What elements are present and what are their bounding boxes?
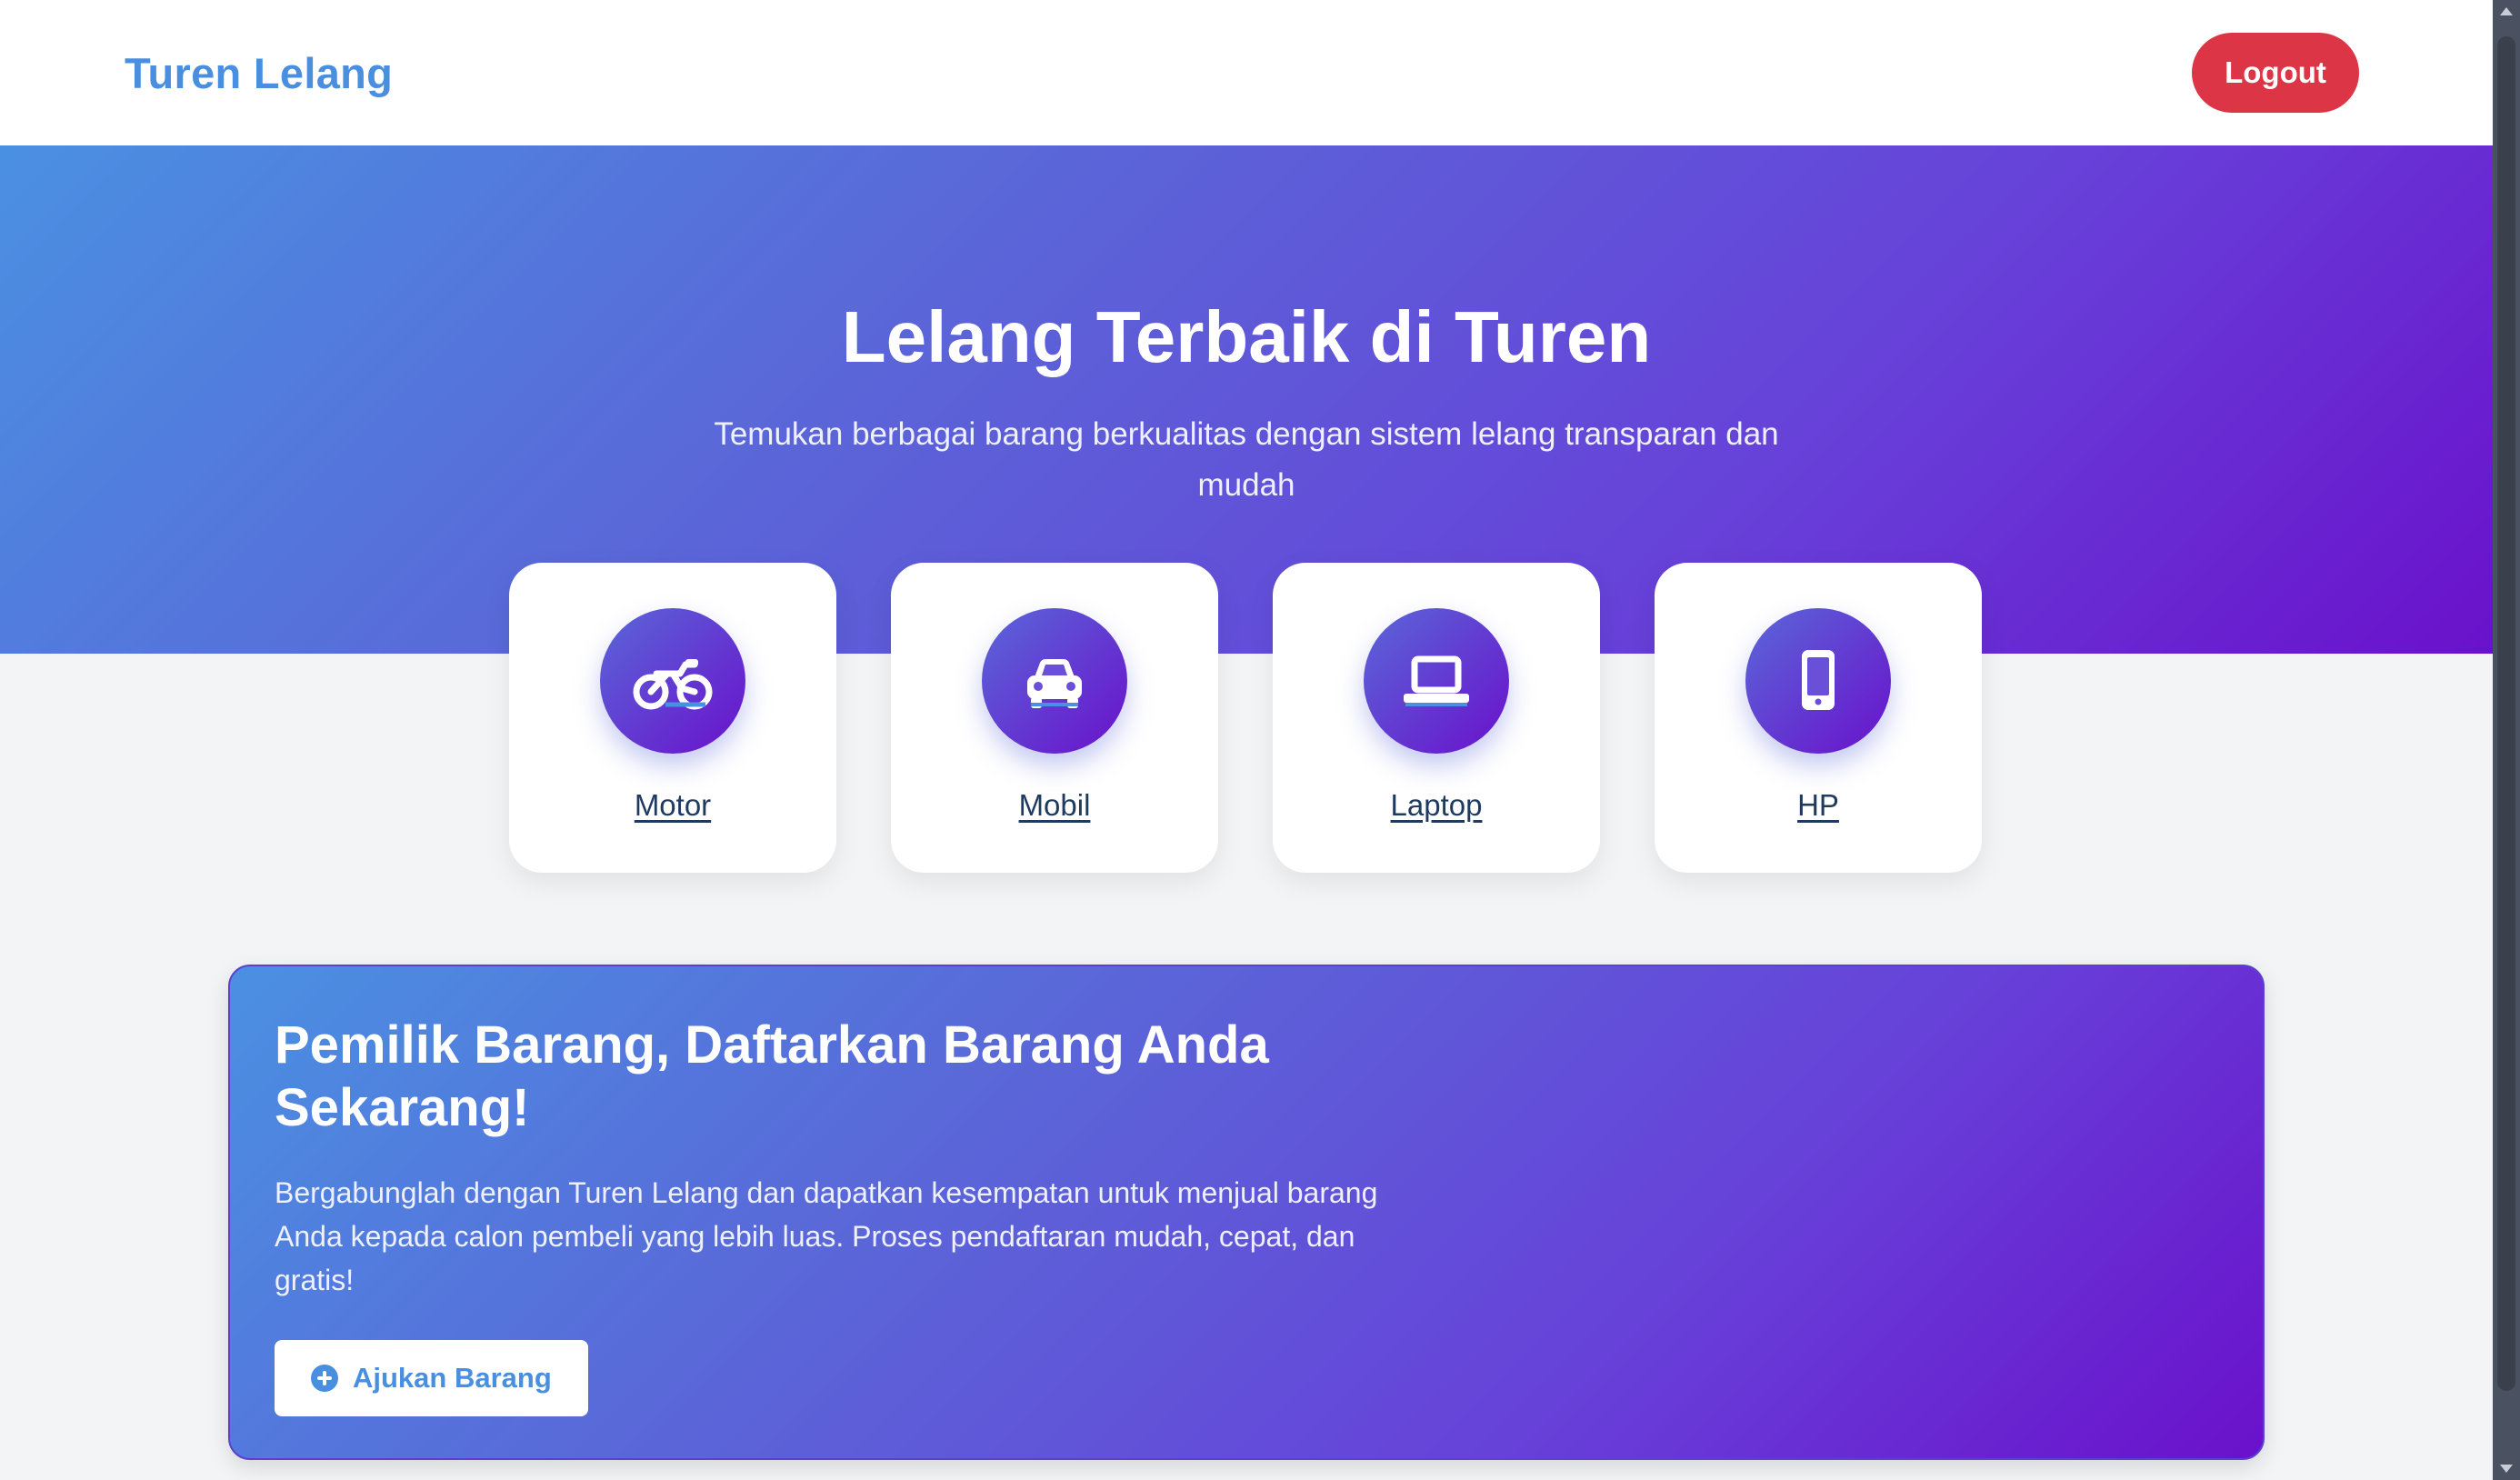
scrollbar-thumb[interactable] <box>2497 36 2515 1391</box>
ajukan-barang-button[interactable]: Ajukan Barang <box>275 1340 588 1416</box>
cta-description: Bergabunglah dengan Turen Lelang dan dap… <box>275 1176 1378 1296</box>
logout-button[interactable]: Logout <box>2192 33 2359 113</box>
hero-title: Lelang Terbaik di Turen <box>841 296 1652 377</box>
category-card-mobil[interactable]: Mobil <box>891 563 1218 873</box>
brand-logo[interactable]: Turen Lelang <box>125 48 393 98</box>
category-label[interactable]: Mobil <box>1019 788 1091 823</box>
plus-circle-icon <box>311 1365 338 1392</box>
page: Turen Lelang Logout Lelang Terbaik di Tu… <box>0 0 2520 1480</box>
hero-subtitle: Temukan berbagai barang berkualitas deng… <box>714 416 1779 503</box>
category-card-motor[interactable]: Motor <box>509 563 836 873</box>
laptop-icon <box>1364 608 1509 754</box>
category-label[interactable]: Laptop <box>1391 788 1483 823</box>
category-label[interactable]: Motor <box>635 788 711 823</box>
navbar: Turen Lelang Logout <box>0 0 2493 145</box>
mobile-phone-icon <box>1745 608 1891 754</box>
cta-title: Pemilik Barang, Daftarkan Barang Anda Se… <box>275 1015 1269 1137</box>
car-icon <box>982 608 1127 754</box>
scroll-down-icon[interactable] <box>2500 1465 2513 1473</box>
seller-cta-banner: Pemilik Barang, Daftarkan Barang Anda Se… <box>228 965 2265 1460</box>
motorcycle-icon <box>600 608 745 754</box>
category-list: Motor Mobil Laptop HP <box>509 563 1982 873</box>
ajukan-barang-label: Ajukan Barang <box>353 1362 552 1394</box>
category-label[interactable]: HP <box>1797 788 1839 823</box>
category-card-laptop[interactable]: Laptop <box>1273 563 1600 873</box>
category-card-hp[interactable]: HP <box>1655 563 1982 873</box>
vertical-scrollbar[interactable] <box>2493 0 2520 1480</box>
scroll-up-icon[interactable] <box>2500 7 2513 15</box>
